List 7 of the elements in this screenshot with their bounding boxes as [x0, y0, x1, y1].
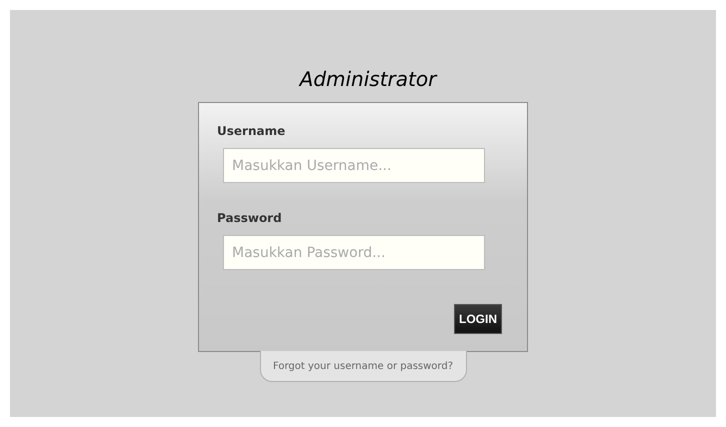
- input-field[interactable]: Masukkan Password...: [223, 235, 485, 270]
- field-label: Password: [217, 210, 283, 226]
- forgot-password-link[interactable]: Forgot your username or password?: [260, 351, 466, 382]
- input-field[interactable]: Masukkan Username...: [223, 148, 485, 183]
- page-title: Administrator: [300, 66, 436, 93]
- field-label: Username: [217, 123, 286, 139]
- login-button[interactable]: LOGIN: [454, 304, 502, 334]
